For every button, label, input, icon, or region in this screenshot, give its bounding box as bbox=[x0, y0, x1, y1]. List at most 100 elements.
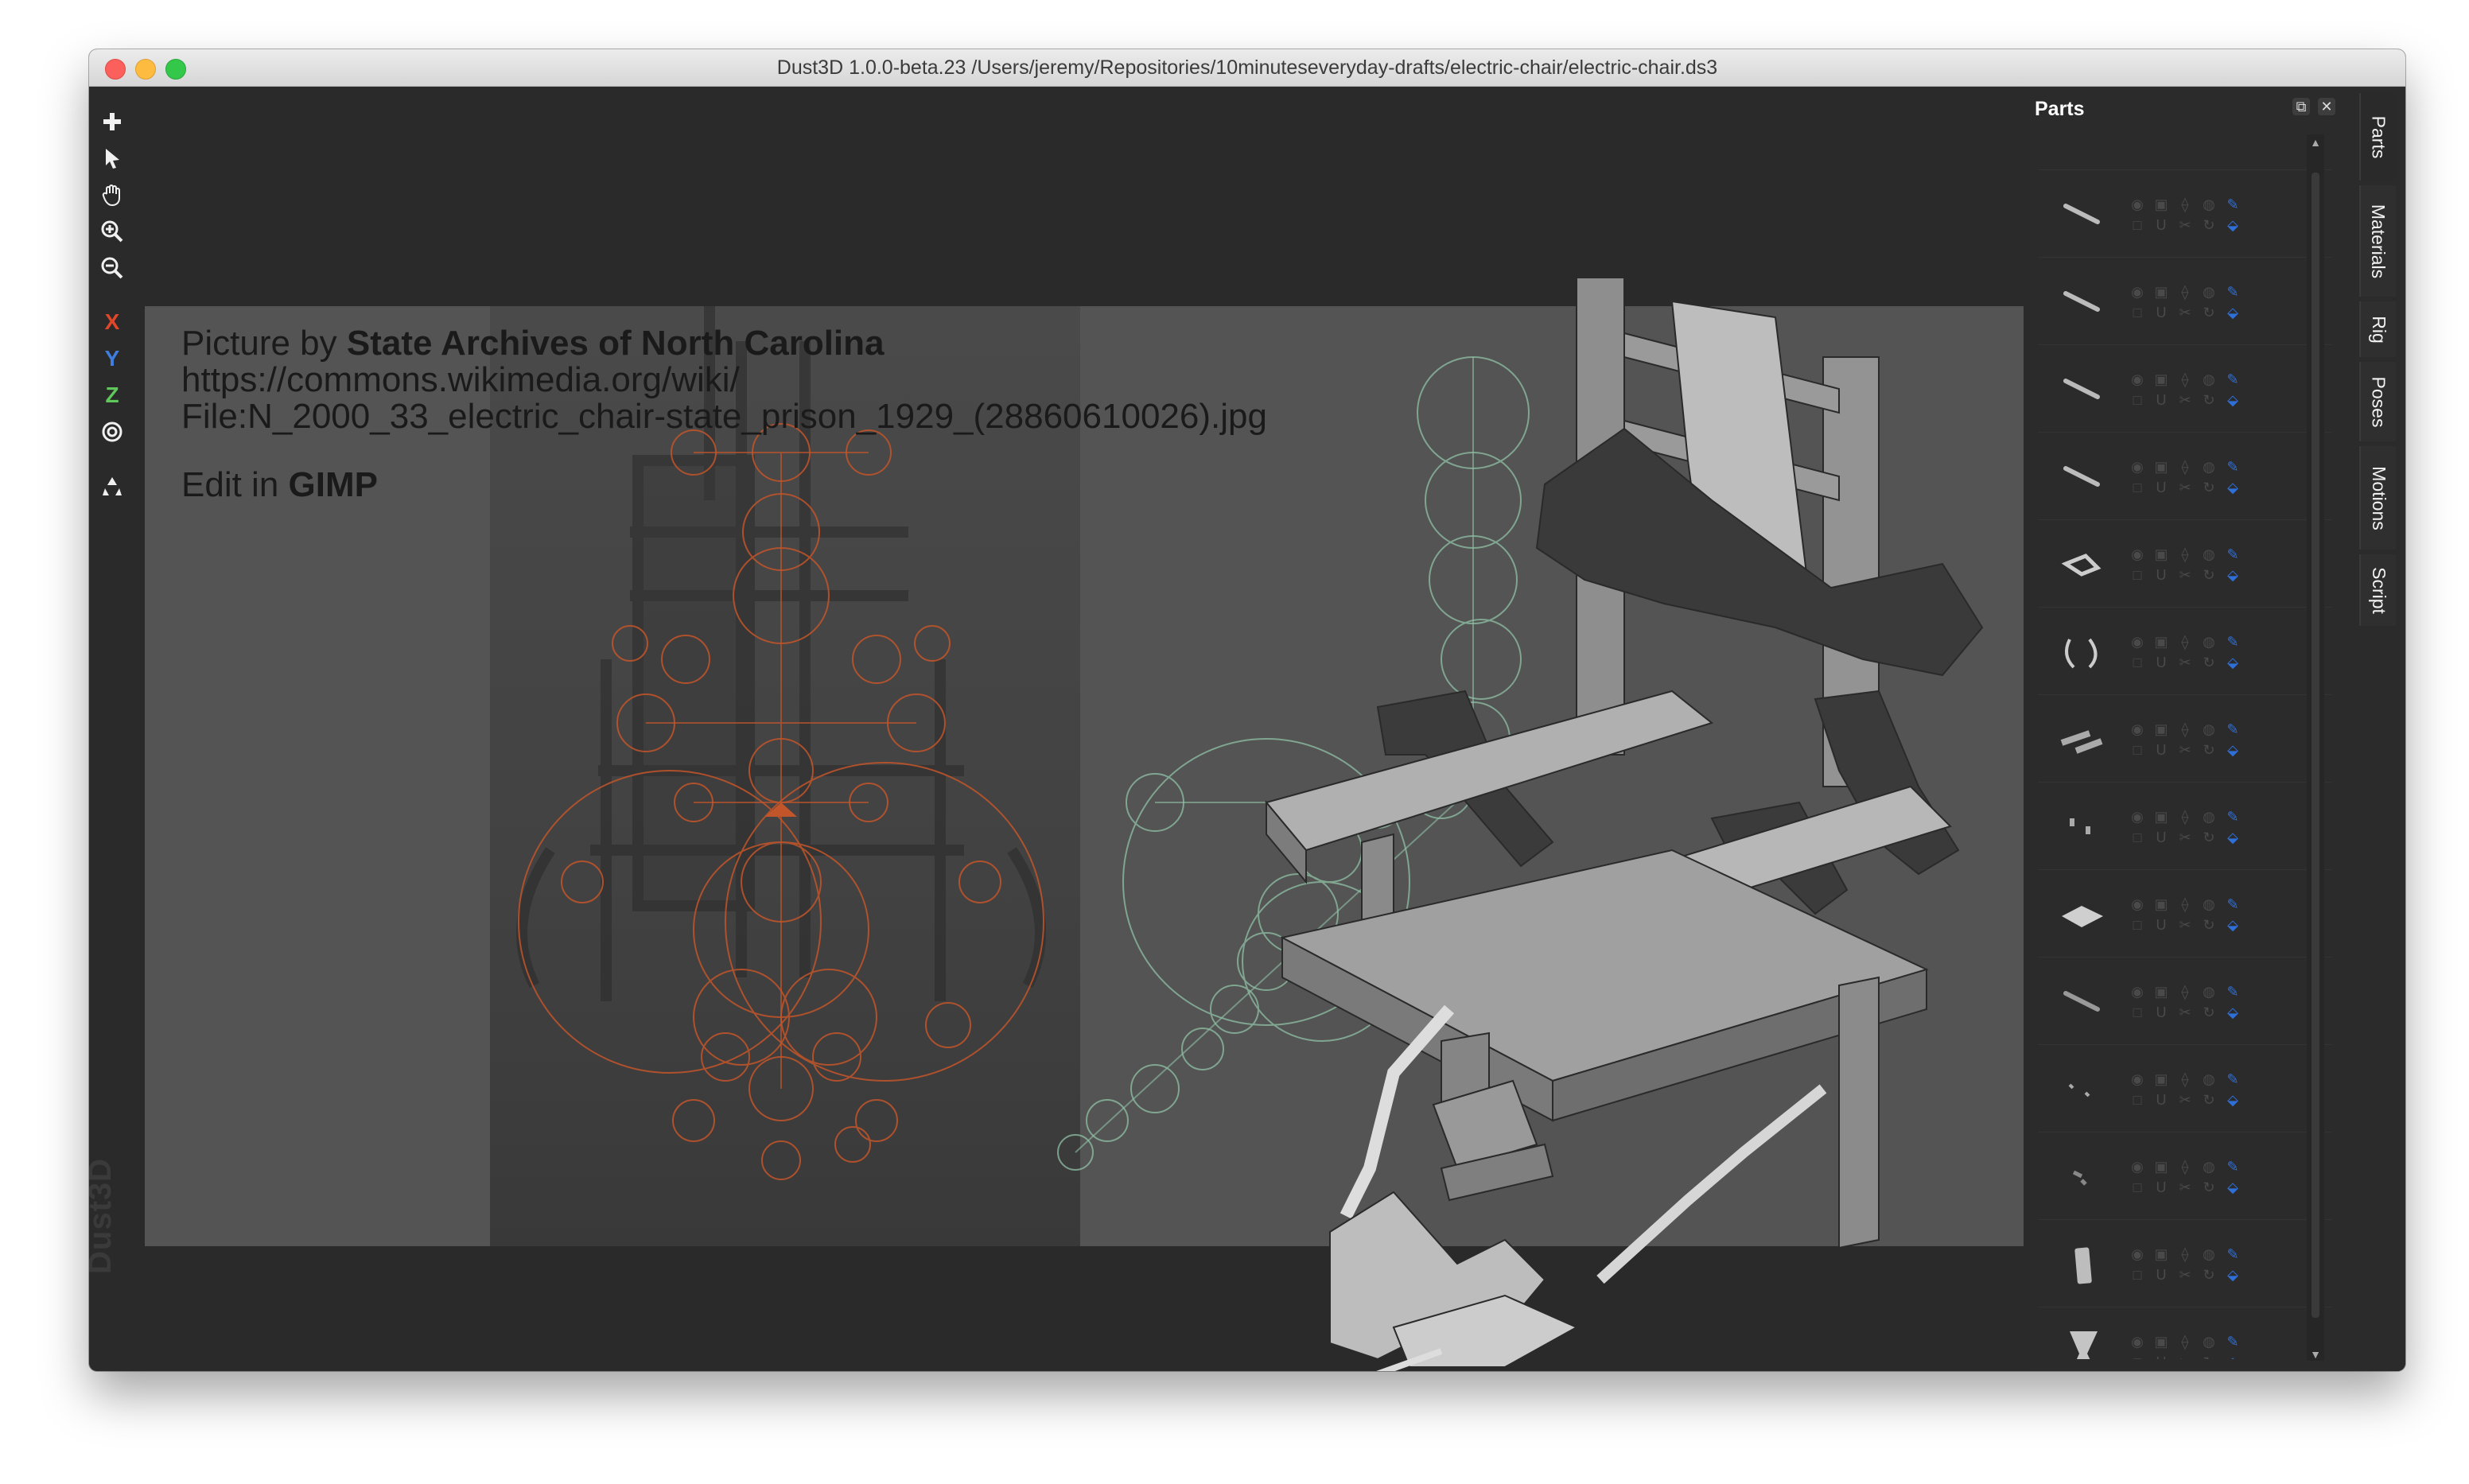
rotate-icon[interactable]: ↻ bbox=[2201, 217, 2217, 233]
link-icon[interactable]: ⟠ bbox=[2177, 546, 2193, 562]
part-row[interactable]: ◉ ▣ ⟠ ◍ ✎ □ U ✂ ↻ ⬙ bbox=[2038, 695, 2332, 783]
eye-icon[interactable]: ◉ bbox=[2129, 1246, 2145, 1262]
magnet-icon[interactable]: U bbox=[2153, 655, 2169, 670]
sphere-icon[interactable]: ◍ bbox=[2201, 284, 2217, 300]
eye-icon[interactable]: ◉ bbox=[2129, 721, 2145, 737]
sphere-icon[interactable]: ◍ bbox=[2201, 371, 2217, 387]
scissors-icon[interactable]: ✂ bbox=[2177, 1354, 2193, 1359]
rotate-icon[interactable]: ↻ bbox=[2201, 829, 2217, 845]
rotate-icon[interactable]: ↻ bbox=[2201, 1004, 2217, 1020]
pencil-icon[interactable]: ✎ bbox=[2225, 896, 2241, 912]
part-row[interactable]: ◉ ▣ ⟠ ◍ ✎ □ U ✂ ↻ ⬙ bbox=[2038, 1132, 2332, 1220]
sphere-icon[interactable]: ◍ bbox=[2201, 196, 2217, 212]
eye-icon[interactable]: ◉ bbox=[2129, 459, 2145, 475]
side-tab-materials[interactable]: Materials bbox=[2359, 185, 2396, 297]
square-icon[interactable]: □ bbox=[2129, 655, 2145, 670]
lock-icon[interactable]: ▣ bbox=[2153, 634, 2169, 650]
part-row[interactable]: ◉ ▣ ⟠ ◍ ✎ □ U ✂ ↻ ⬙ bbox=[2038, 433, 2332, 520]
square-icon[interactable]: □ bbox=[2129, 1092, 2145, 1108]
part-row[interactable]: ◉ ▣ ⟠ ◍ ✎ □ U ✂ ↻ ⬙ bbox=[2038, 958, 2332, 1045]
scissors-icon[interactable]: ✂ bbox=[2177, 742, 2193, 758]
square-icon[interactable]: □ bbox=[2129, 217, 2145, 233]
zoom-out-icon[interactable] bbox=[95, 251, 129, 285]
eye-icon[interactable]: ◉ bbox=[2129, 984, 2145, 1000]
magnet-icon[interactable]: U bbox=[2153, 392, 2169, 408]
side-tab-parts[interactable]: Parts bbox=[2359, 93, 2396, 181]
link-icon[interactable]: ⟠ bbox=[2177, 984, 2193, 1000]
pencil-icon[interactable]: ✎ bbox=[2225, 984, 2241, 1000]
rotate-icon[interactable]: ↻ bbox=[2201, 1267, 2217, 1283]
pencil-icon[interactable]: ✎ bbox=[2225, 1246, 2241, 1262]
magnet-icon[interactable]: U bbox=[2153, 1092, 2169, 1108]
scissors-icon[interactable]: ✂ bbox=[2177, 217, 2193, 233]
square-icon[interactable]: □ bbox=[2129, 1267, 2145, 1283]
lock-icon[interactable]: ▣ bbox=[2153, 1071, 2169, 1087]
scroll-thumb[interactable] bbox=[2312, 173, 2319, 1318]
part-row[interactable]: ◉ ▣ ⟠ ◍ ✎ □ U ✂ ↻ ⬙ bbox=[2038, 520, 2332, 608]
close-icon[interactable]: ✕ bbox=[2318, 98, 2335, 115]
sphere-icon[interactable]: ◍ bbox=[2201, 1334, 2217, 1350]
rotate-icon[interactable]: ↻ bbox=[2201, 1179, 2217, 1195]
part-row[interactable]: ◉ ▣ ⟠ ◍ ✎ □ U ✂ ↻ ⬙ bbox=[2038, 783, 2332, 870]
color-icon[interactable]: ⬙ bbox=[2225, 305, 2241, 320]
magnet-icon[interactable]: U bbox=[2153, 742, 2169, 758]
color-icon[interactable]: ⬙ bbox=[2225, 1267, 2241, 1283]
link-icon[interactable]: ⟠ bbox=[2177, 459, 2193, 475]
eye-icon[interactable]: ◉ bbox=[2129, 196, 2145, 212]
lock-icon[interactable]: ▣ bbox=[2153, 1159, 2169, 1175]
square-icon[interactable]: □ bbox=[2129, 392, 2145, 408]
scissors-icon[interactable]: ✂ bbox=[2177, 829, 2193, 845]
color-icon[interactable]: ⬙ bbox=[2225, 917, 2241, 933]
link-icon[interactable]: ⟠ bbox=[2177, 1334, 2193, 1350]
magnet-icon[interactable]: U bbox=[2153, 217, 2169, 233]
eye-icon[interactable]: ◉ bbox=[2129, 1159, 2145, 1175]
part-row[interactable]: ◉ ▣ ⟠ ◍ ✎ □ U ✂ ↻ ⬙ bbox=[2038, 1307, 2332, 1359]
scissors-icon[interactable]: ✂ bbox=[2177, 1267, 2193, 1283]
sphere-icon[interactable]: ◍ bbox=[2201, 634, 2217, 650]
float-window-icon[interactable]: ⧉ bbox=[2292, 98, 2310, 115]
magnet-icon[interactable]: U bbox=[2153, 1267, 2169, 1283]
hand-drag-icon[interactable] bbox=[95, 178, 129, 212]
link-icon[interactable]: ⟠ bbox=[2177, 896, 2193, 912]
part-row[interactable] bbox=[2038, 134, 2332, 170]
side-tab-poses[interactable]: Poses bbox=[2359, 362, 2396, 441]
rotate-icon[interactable]: ↻ bbox=[2201, 1092, 2217, 1108]
link-icon[interactable]: ⟠ bbox=[2177, 634, 2193, 650]
link-icon[interactable]: ⟠ bbox=[2177, 284, 2193, 300]
rotate-icon[interactable]: ↻ bbox=[2201, 742, 2217, 758]
sphere-icon[interactable]: ◍ bbox=[2201, 721, 2217, 737]
magnet-icon[interactable]: U bbox=[2153, 917, 2169, 933]
scissors-icon[interactable]: ✂ bbox=[2177, 567, 2193, 583]
rotate-icon[interactable]: ↻ bbox=[2201, 567, 2217, 583]
radial-target-icon[interactable] bbox=[95, 415, 129, 449]
add-icon[interactable] bbox=[95, 105, 129, 138]
magnet-icon[interactable]: U bbox=[2153, 1179, 2169, 1195]
rotate-icon[interactable]: ↻ bbox=[2201, 480, 2217, 495]
rotate-icon[interactable]: ↻ bbox=[2201, 1354, 2217, 1359]
eye-icon[interactable]: ◉ bbox=[2129, 634, 2145, 650]
magnet-icon[interactable]: U bbox=[2153, 305, 2169, 320]
sphere-icon[interactable]: ◍ bbox=[2201, 1159, 2217, 1175]
link-icon[interactable]: ⟠ bbox=[2177, 196, 2193, 212]
square-icon[interactable]: □ bbox=[2129, 1354, 2145, 1359]
square-icon[interactable]: □ bbox=[2129, 917, 2145, 933]
sphere-icon[interactable]: ◍ bbox=[2201, 984, 2217, 1000]
color-icon[interactable]: ⬙ bbox=[2225, 655, 2241, 670]
lock-icon[interactable]: ▣ bbox=[2153, 721, 2169, 737]
sphere-icon[interactable]: ◍ bbox=[2201, 1071, 2217, 1087]
side-tab-motions[interactable]: Motions bbox=[2359, 446, 2396, 550]
color-icon[interactable]: ⬙ bbox=[2225, 1354, 2241, 1359]
part-row[interactable]: ◉ ▣ ⟠ ◍ ✎ □ U ✂ ↻ ⬙ bbox=[2038, 258, 2332, 345]
link-icon[interactable]: ⟠ bbox=[2177, 721, 2193, 737]
square-icon[interactable]: □ bbox=[2129, 305, 2145, 320]
pencil-icon[interactable]: ✎ bbox=[2225, 721, 2241, 737]
pencil-icon[interactable]: ✎ bbox=[2225, 809, 2241, 825]
side-tab-script[interactable]: Script bbox=[2359, 554, 2396, 626]
eye-icon[interactable]: ◉ bbox=[2129, 896, 2145, 912]
rotate-icon[interactable]: ↻ bbox=[2201, 305, 2217, 320]
sphere-icon[interactable]: ◍ bbox=[2201, 546, 2217, 562]
eye-icon[interactable]: ◉ bbox=[2129, 809, 2145, 825]
part-row[interactable]: ◉ ▣ ⟠ ◍ ✎ □ U ✂ ↻ ⬙ bbox=[2038, 1220, 2332, 1307]
color-icon[interactable]: ⬙ bbox=[2225, 1004, 2241, 1020]
magnet-icon[interactable]: U bbox=[2153, 480, 2169, 495]
